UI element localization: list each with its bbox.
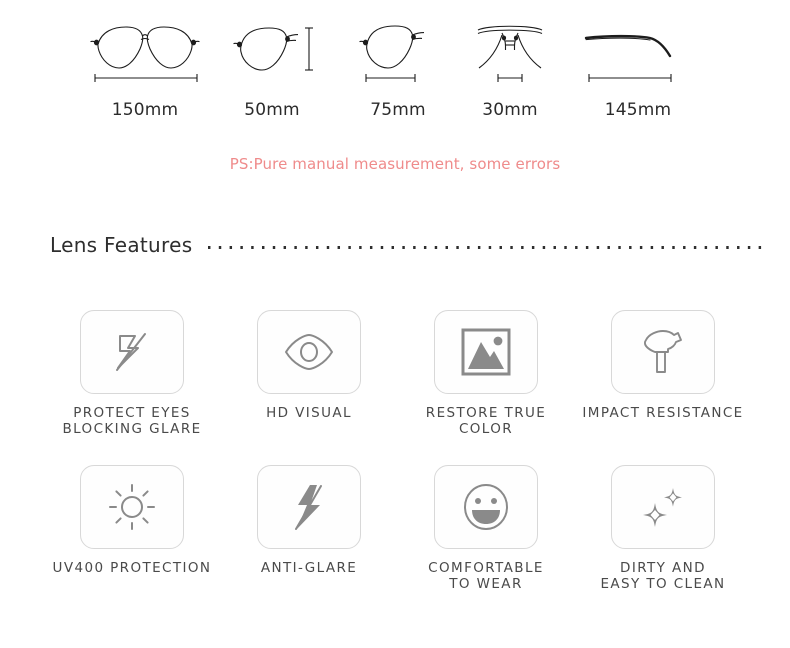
smiley-icon	[464, 484, 508, 530]
feature-restore-true-color: RESTORE TRUE COLOR	[396, 310, 576, 437]
feature-hd-visual: HD VISUAL	[219, 310, 399, 421]
measurement-item-bridge-width: 30mm	[445, 8, 575, 136]
feature-tile	[611, 310, 715, 394]
feature-tile	[434, 310, 538, 394]
bridge-figure	[445, 8, 575, 86]
feature-anti-glare: ANTI-GLARE	[219, 465, 399, 576]
lens-features-grid: PROTECT EYES BLOCKING GLARE HD VISUAL RE…	[0, 300, 790, 630]
feature-label: UV400 PROTECTION	[52, 560, 212, 576]
measurement-label: 150mm	[111, 100, 179, 120]
single-lens-figure	[333, 8, 463, 86]
blocked-lightning-outline-icon	[116, 333, 146, 371]
measurement-label: 75mm	[370, 100, 426, 120]
measurement-label: 50mm	[244, 100, 300, 120]
measurement-item-total-width: 150mm	[80, 8, 210, 136]
feature-easy-to-clean: DIRTY AND EASY TO CLEAN	[573, 465, 753, 592]
single-lens-icon	[359, 25, 425, 82]
measurement-item-lens-width: 75mm	[333, 8, 463, 136]
sun-icon	[109, 484, 155, 530]
feature-tile	[434, 465, 538, 549]
dotted-divider	[208, 245, 762, 249]
feature-tile	[257, 310, 361, 394]
feature-uv400-protection: UV400 PROTECTION	[42, 465, 222, 576]
hammer-icon	[643, 330, 682, 373]
feature-label: PROTECT EYES BLOCKING GLARE	[62, 405, 202, 437]
slashed-lightning-icon	[295, 485, 322, 530]
picture-icon	[461, 328, 511, 376]
measurement-label: 30mm	[482, 100, 538, 120]
feature-label: COMFORTABLE TO WEAR	[428, 560, 544, 592]
feature-tile	[80, 465, 184, 549]
feature-tile	[257, 465, 361, 549]
lens-features-heading: Lens Features	[50, 232, 762, 258]
sparkle-icon	[643, 488, 682, 527]
feature-label: HD VISUAL	[266, 405, 352, 421]
measurement-disclaimer-note: PS:Pure manual measurement, some errors	[229, 155, 561, 173]
feature-impact-resistance: IMPACT RESISTANCE	[573, 310, 753, 421]
feature-label: IMPACT RESISTANCE	[582, 405, 744, 421]
lens-side-figure	[207, 8, 337, 86]
eye-icon	[285, 334, 333, 370]
feature-tile	[611, 465, 715, 549]
section-title: Lens Features	[50, 233, 193, 257]
measurement-section: 150mm 50mm 75mm 30mm 145mm	[0, 0, 790, 140]
temple-arm-icon	[584, 34, 672, 82]
measurement-item-temple-length: 145mm	[573, 8, 703, 136]
lens-side-icon	[233, 27, 313, 71]
feature-protect-eyes: PROTECT EYES BLOCKING GLARE	[42, 310, 222, 437]
feature-comfortable-to-wear: COMFORTABLE TO WEAR	[396, 465, 576, 592]
measurement-label: 145mm	[604, 100, 672, 120]
feature-label: ANTI-GLARE	[260, 560, 358, 576]
feature-tile	[80, 310, 184, 394]
bridge-icon	[477, 25, 543, 82]
glasses-front-icon	[90, 26, 200, 82]
temple-arm-figure	[573, 8, 703, 86]
glasses-front-figure	[80, 8, 210, 86]
feature-label: DIRTY AND EASY TO CLEAN	[600, 560, 726, 592]
feature-label: RESTORE TRUE COLOR	[425, 405, 547, 437]
measurement-item-lens-height: 50mm	[207, 8, 337, 136]
